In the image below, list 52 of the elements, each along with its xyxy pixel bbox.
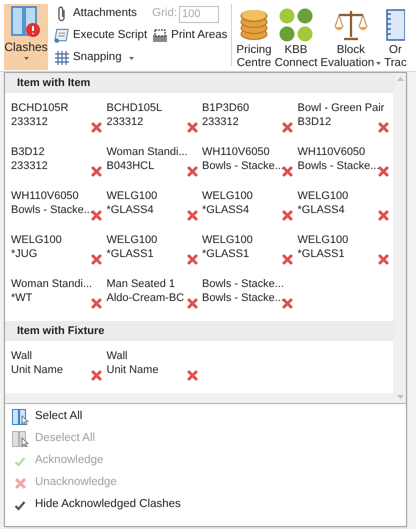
panels-cursor-icon: [12, 409, 28, 425]
check-icon: [14, 456, 26, 466]
clash-item[interactable]: WELG100 *JUG: [11, 233, 106, 277]
clash-item[interactable]: WELG100 *GLASS1: [298, 233, 393, 277]
clash-item[interactable]: Man Seated 1 Aldo-Cream-BC: [106, 277, 202, 321]
four-dots-icon: [278, 8, 313, 42]
cross-icon: [14, 478, 26, 488]
clash-item[interactable]: BCHD105R 233312: [11, 101, 106, 145]
grid-label: Grid:: [152, 6, 178, 22]
panels-cursor-icon: [12, 431, 28, 447]
clash-item[interactable]: Woman Standi... B043HCL: [106, 145, 202, 189]
coin-stack-icon: [238, 8, 269, 42]
clash-item[interactable]: Wall Unit Name: [11, 349, 106, 393]
clashes-button[interactable]: Clashes: [4, 4, 48, 70]
ribbon-button[interactable]: Attachments: [52, 4, 148, 24]
clash-item[interactable]: Bowls - Stacke... Bowls - Stacke...: [202, 277, 298, 321]
clash-item[interactable]: WH110V6050 Bowls - Stacke...: [11, 189, 106, 233]
clash-item[interactable]: WELG100 *GLASS4: [202, 189, 298, 233]
ribbon-button[interactable]: Execute Script: [52, 26, 148, 46]
caret-icon: [128, 56, 134, 60]
ribbon-large-button[interactable]: Block Evaluation: [319, 4, 382, 71]
scroll-down-icon: [397, 395, 404, 399]
clash-item[interactable]: WELG100 *GLASS4: [298, 189, 393, 233]
caret-icon: [24, 57, 28, 60]
print-areas-button[interactable]: Print Areas: [152, 26, 228, 46]
clash-item[interactable]: WELG100 *GLASS4: [106, 189, 202, 233]
clash-panels-icon: [11, 6, 41, 38]
clash-item[interactable]: B1P3D60 233312: [202, 101, 298, 145]
clash-item[interactable]: WH110V6050 Bowls - Stacke...: [298, 145, 393, 189]
paperclip-icon: [56, 5, 68, 23]
clash-item[interactable]: BCHD105L 233312: [106, 101, 202, 145]
ribbon-large-button[interactable]: Pricing Centre: [235, 4, 273, 71]
section-header: Item with Fixture: [5, 321, 395, 341]
ribbon-large-button[interactable]: KBB Connect: [274, 4, 318, 71]
notebook-icon: [385, 8, 406, 42]
scroll-icon: [53, 28, 70, 44]
ribbon-button[interactable]: Snapping: [52, 48, 148, 68]
clash-item[interactable]: B3D12 233312: [11, 145, 106, 189]
clash-item[interactable]: WH110V6050 Bowls - Stacke...: [202, 145, 298, 189]
clash-item[interactable]: WELG100 *GLASS1: [106, 233, 202, 277]
clash-item[interactable]: Wall Unit Name: [106, 349, 202, 393]
clash-item[interactable]: WELG100 *GLASS1: [202, 233, 298, 277]
section-header: Item with Item: [5, 73, 395, 93]
clash-item[interactable]: Bowl - Green Pair B3D12: [298, 101, 393, 145]
grid-icon: [54, 50, 70, 66]
menu-item[interactable]: Select All: [5, 406, 406, 428]
printer-icon: [152, 28, 168, 44]
ribbon-large-button[interactable]: Or Trac: [383, 4, 408, 71]
scroll-up-icon: [397, 77, 404, 81]
scales-icon: [334, 8, 368, 42]
clash-item[interactable]: Woman Standi... *WT: [11, 277, 106, 321]
menu-item[interactable]: Hide Acknowledged Clashes: [5, 494, 406, 516]
